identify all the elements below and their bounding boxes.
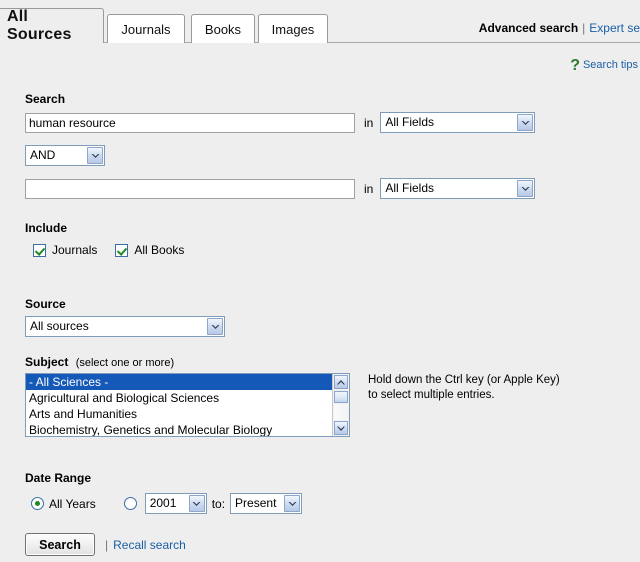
source-select[interactable]: All sources <box>25 316 225 337</box>
field-select-2-value: All Fields <box>381 179 454 198</box>
include-options: Journals All Books <box>33 243 202 257</box>
source-select-value: All sources <box>26 317 109 336</box>
field-select-1-value: All Fields <box>381 113 454 132</box>
expert-search-link[interactable]: Expert se <box>589 21 640 35</box>
chevron-down-icon[interactable] <box>207 318 223 335</box>
include-section-label: Include <box>25 221 67 235</box>
date-from-select[interactable]: 2001 <box>145 493 207 514</box>
checkbox-all-books[interactable]: All Books <box>115 243 184 257</box>
subject-section-hint: (select one or more) <box>76 357 174 369</box>
subject-option[interactable]: Arts and Humanities <box>26 406 332 422</box>
tab-books-label: Books <box>205 22 241 37</box>
search-row-1: in All Fields <box>25 112 535 133</box>
date-to-select[interactable]: Present <box>230 493 302 514</box>
question-mark-icon: ? <box>570 57 580 74</box>
form-actions: Search | Recall search <box>25 533 186 556</box>
chevron-down-icon[interactable] <box>284 495 300 512</box>
subject-hint-line-2: to select multiple entries. <box>368 388 598 403</box>
in-label-1: in <box>364 116 373 130</box>
search-section-label: Search <box>25 92 65 106</box>
advanced-search-label: Advanced search <box>479 21 578 35</box>
header-links: Advanced search | Expert se <box>479 21 640 35</box>
tab-images[interactable]: Images <box>258 14 328 43</box>
source-row: All sources <box>25 316 225 337</box>
subject-option-list: - All Sciences - Agricultural and Biolog… <box>26 374 332 436</box>
field-select-1[interactable]: All Fields <box>380 112 535 133</box>
scrollbar-thumb[interactable] <box>334 391 348 403</box>
tab-all-sources-label: All Sources <box>7 8 93 44</box>
subject-scrollbar[interactable] <box>332 374 349 436</box>
chevron-down-icon[interactable] <box>517 180 533 197</box>
search-tips-link[interactable]: Search tips <box>583 59 638 71</box>
subject-option[interactable]: Biochemistry, Genetics and Molecular Bio… <box>26 422 332 436</box>
search-button[interactable]: Search <box>25 533 95 556</box>
radio-all-years-label: All Years <box>49 497 96 511</box>
tab-images-label: Images <box>272 22 315 37</box>
header-link-separator: | <box>582 21 585 35</box>
subject-section-header: Subject (select one or more) <box>25 355 174 369</box>
tab-journals[interactable]: Journals <box>107 14 185 43</box>
subject-hint-line-1: Hold down the Ctrl key (or Apple Key) <box>368 373 598 388</box>
boolean-operator-select[interactable]: AND <box>25 145 105 166</box>
search-row-2: in All Fields <box>25 178 535 199</box>
search-term-input-1[interactable] <box>25 113 355 133</box>
field-select-2[interactable]: All Fields <box>380 178 535 199</box>
scroll-down-icon[interactable] <box>334 421 348 435</box>
recall-search-wrap: | Recall search <box>105 538 186 552</box>
tab-books[interactable]: Books <box>191 14 255 43</box>
chevron-down-icon[interactable] <box>189 495 205 512</box>
recall-separator: | <box>105 538 108 552</box>
search-term-input-2[interactable] <box>25 179 355 199</box>
radio-all-years[interactable] <box>31 497 44 510</box>
radio-custom-range[interactable] <box>124 497 137 510</box>
scrollbar-trough[interactable] <box>334 404 348 420</box>
boolean-operator-row: AND <box>25 145 105 166</box>
in-label-2: in <box>364 182 373 196</box>
chevron-down-icon[interactable] <box>517 114 533 131</box>
subject-option[interactable]: - All Sciences - <box>26 374 332 390</box>
boolean-operator-value: AND <box>26 146 75 165</box>
subject-listbox[interactable]: - All Sciences - Agricultural and Biolog… <box>25 373 350 437</box>
tab-all-sources[interactable]: All Sources <box>0 8 104 43</box>
checkbox-journals-label: Journals <box>52 243 97 257</box>
subject-option[interactable]: Agricultural and Biological Sciences <box>26 390 332 406</box>
recall-search-link[interactable]: Recall search <box>113 538 186 552</box>
source-section-label: Source <box>25 297 66 311</box>
tab-journals-label: Journals <box>121 22 170 37</box>
checkbox-all-books-box[interactable] <box>115 244 128 257</box>
subject-section-label: Subject <box>25 355 68 369</box>
search-tips[interactable]: ?Search tips <box>570 57 638 75</box>
chevron-down-icon[interactable] <box>87 147 103 164</box>
date-to-label: to: <box>212 497 225 511</box>
date-range-section-label: Date Range <box>25 471 91 485</box>
checkbox-journals[interactable]: Journals <box>33 243 97 257</box>
subject-multi-select-hint: Hold down the Ctrl key (or Apple Key) to… <box>368 373 598 403</box>
date-range-controls: All Years 2001 to: Present <box>31 493 302 514</box>
checkbox-all-books-label: All Books <box>134 243 184 257</box>
checkbox-journals-box[interactable] <box>33 244 46 257</box>
scroll-up-icon[interactable] <box>334 375 348 389</box>
